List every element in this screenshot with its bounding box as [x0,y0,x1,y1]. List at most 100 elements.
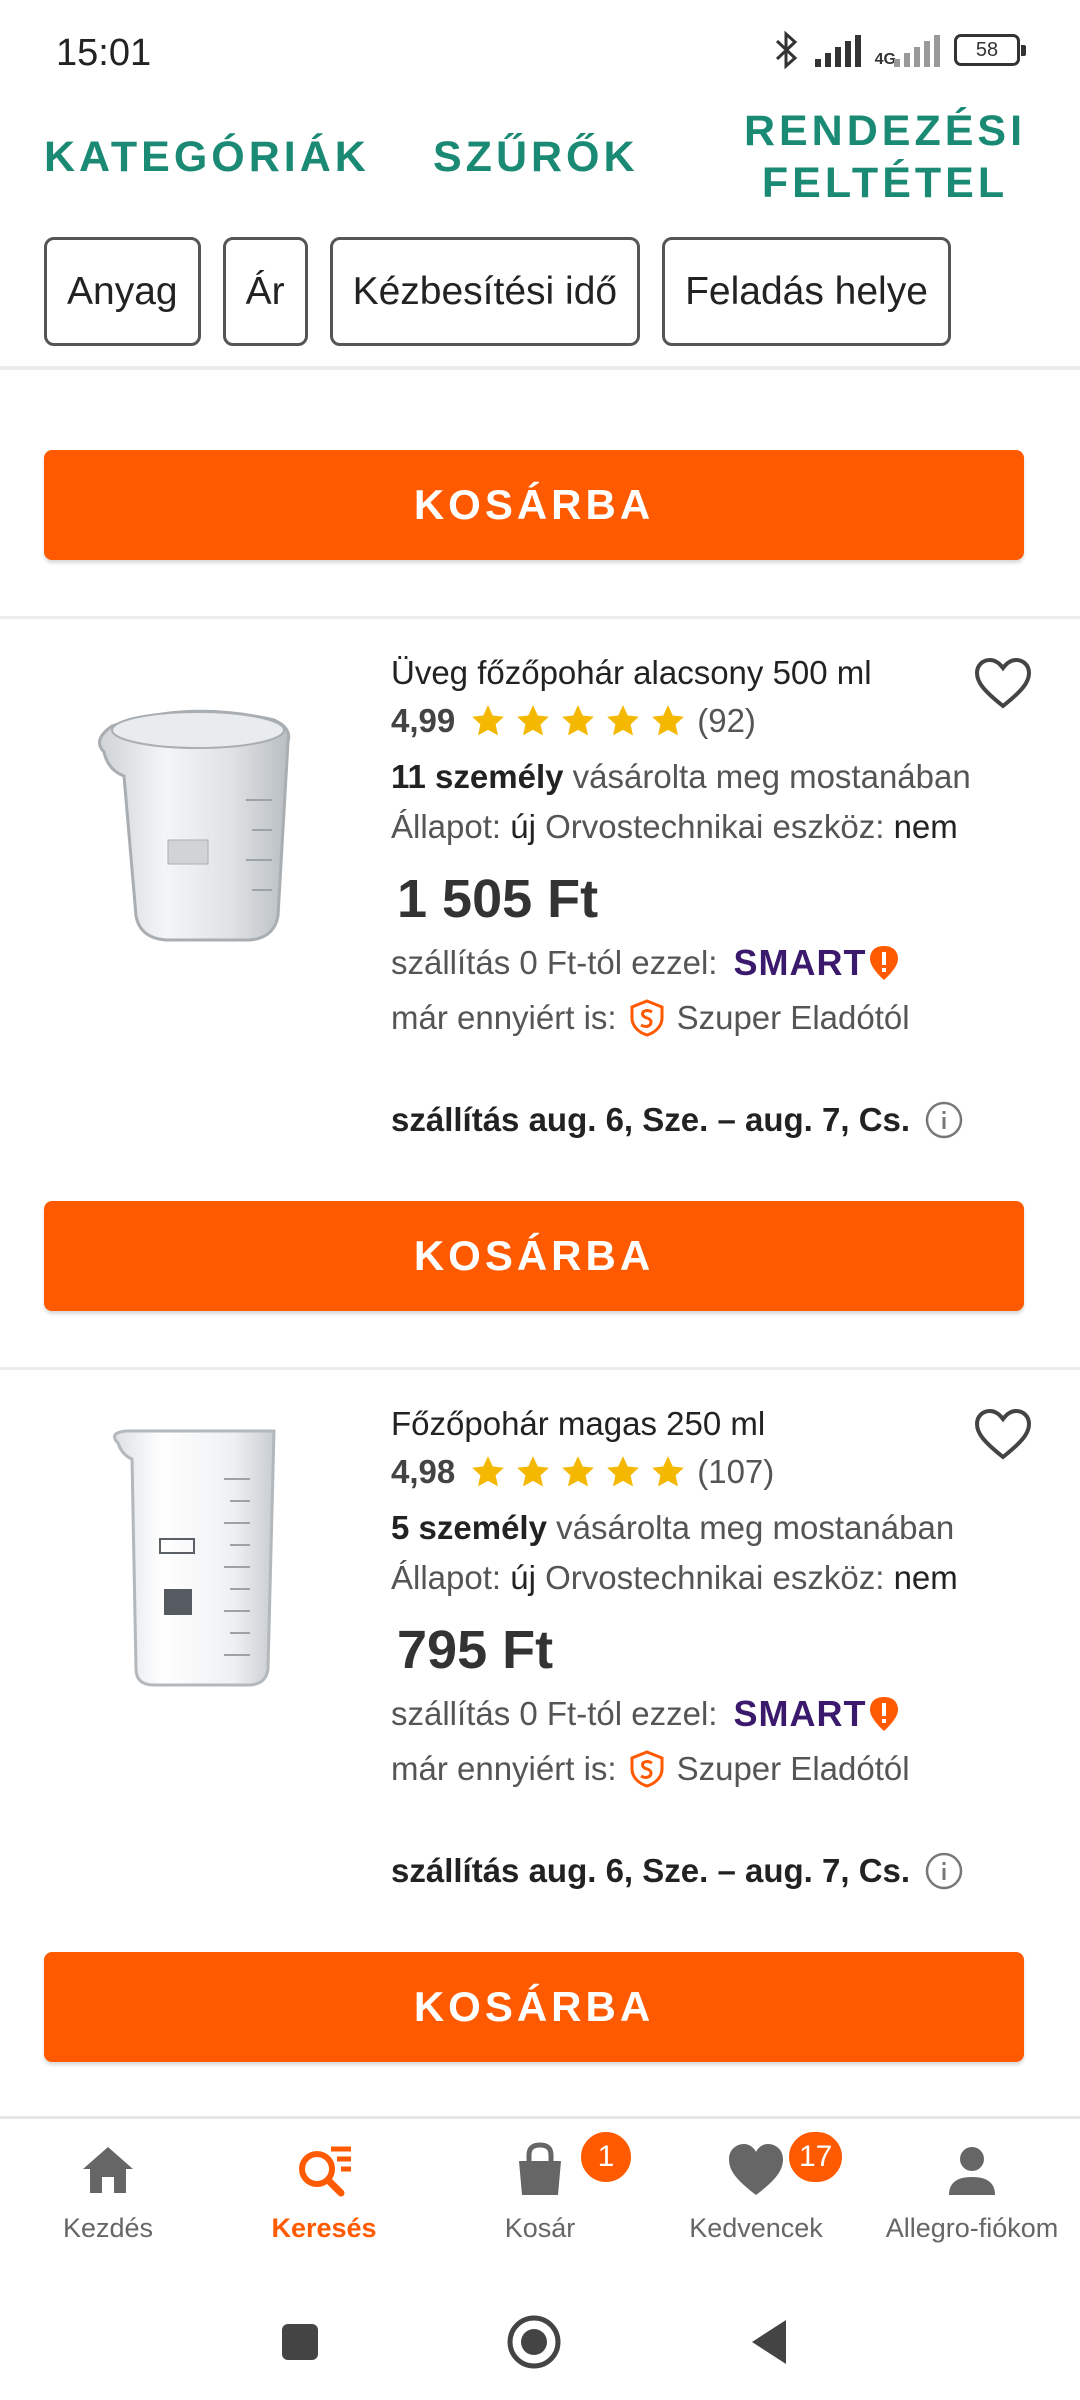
rating-row: 4,98 (107) [391,1453,774,1491]
star-icon [472,705,505,736]
nav-cart[interactable]: 1 Kosár [432,2129,648,2244]
condition-value: új [510,1559,536,1596]
nav-label: Keresés [271,2213,377,2243]
home-icon [83,2147,133,2193]
product-image-tall-beaker[interactable] [78,1419,318,1699]
condition-label: Állapot: [391,808,511,845]
seller-name: Szuper Eladótól [676,1750,910,1787]
medical-value: nem [893,1559,958,1596]
filter-chips: Anyag Ár Kézbesítési idő Feladás helye [44,237,951,346]
info-icon[interactable] [924,1851,964,1891]
home-button-icon[interactable] [504,2312,564,2372]
delivery-text: szállítás aug. 6, Sze. – aug. 7, Cs. [391,1852,911,1889]
system-navigation-bar [0,2276,1080,2400]
product-condition: Állapot: új Orvostechnikai eszköz: nem [391,808,958,846]
add-to-cart-button[interactable]: KOSÁRBA [44,1952,1024,2062]
categories-button[interactable]: KATEGÓRIÁK [44,131,370,183]
smart-logo: SMART [733,942,900,984]
product-card[interactable]: Főzőpohár magas 250 ml 4,98 (107) 5 szem… [0,1369,1080,1929]
seller-row: már ennyiért is: Szuper Eladótól [391,1749,910,1789]
buyers-count: 5 személy [391,1509,547,1546]
cart-icon [519,2142,561,2195]
product-price: 1 505 Ft [397,869,599,929]
star-icon [652,705,685,736]
filter-chip-delivery-time[interactable]: Kézbesítési idő [329,237,641,346]
product-image-low-beaker[interactable] [78,690,318,970]
product-title[interactable]: Üveg főzőpohár alacsony 500 ml [391,654,872,692]
seller-prefix: már ennyiért is: [391,1750,617,1787]
product-card[interactable]: Üveg főzőpohár alacsony 500 ml 4,99 (92)… [0,618,1080,1178]
filter-chip-ship-from[interactable]: Feladás helye [662,237,951,346]
cart-count-badge: 1 [578,2129,634,2185]
rating-value: 4,99 [391,702,456,739]
star-icon [517,705,550,736]
shipping-smart-row: szállítás 0 Ft-tól ezzel: SMART [391,942,900,984]
nav-account[interactable]: Allegro-fiókom [864,2139,1080,2244]
bottom-navigation: Kezdés Keresés 1 Kosár 17 Kedvencek Alle… [0,2116,1080,2276]
rating-value: 4,98 [391,1453,456,1490]
super-seller-icon [630,999,664,1037]
condition-value: új [510,808,536,845]
star-icon [652,1456,685,1487]
nav-label: Kezdés [62,2213,154,2243]
favorite-heart-icon[interactable] [973,656,1033,712]
filter-chip-price[interactable]: Ár [222,237,308,346]
signal-icon [814,33,861,67]
shipping-smart-row: szállítás 0 Ft-tól ezzel: SMART [391,1693,900,1735]
rating-stars [469,702,687,740]
condition-label: Állapot: [391,1559,511,1596]
star-icon [517,1456,550,1487]
recent-buyers: 11 személy vásárolta meg mostanában [391,758,971,796]
smart-text: SMART [733,1693,867,1734]
rating-count: (92) [697,702,756,739]
heart-icon [729,2144,783,2195]
account-icon [949,2147,995,2195]
nav-label: Allegro-fiókom [885,2213,1059,2243]
sort-label-line1: RENDEZÉSI [743,107,1027,155]
nav-favorites[interactable]: 17 Kedvencek [648,2129,864,2244]
battery-level: 58 [975,38,999,61]
bluetooth-icon [775,30,797,70]
add-to-cart-button[interactable]: KOSÁRBA [44,450,1024,560]
medical-label: Orvostechnikai eszköz: [535,808,894,845]
nav-home[interactable]: Kezdés [0,2139,216,2244]
nav-label: Kosár [504,2213,576,2243]
add-to-cart-button[interactable]: KOSÁRBA [44,1201,1024,1311]
recent-apps-icon[interactable] [270,2312,330,2372]
favorites-count-badge: 17 [786,2129,846,2185]
sort-label-line2: FELTÉTEL [761,159,1009,207]
nav-search[interactable]: Keresés [216,2139,432,2244]
star-icon [472,1456,505,1487]
listing-top-nav: KATEGÓRIÁK SZŰRŐK RENDEZÉSI FELTÉTEL [0,105,1080,215]
filter-chip-material[interactable]: Anyag [44,237,201,346]
product-title[interactable]: Főzőpohár magas 250 ml [391,1405,765,1443]
delivery-text: szállítás aug. 6, Sze. – aug. 7, Cs. [391,1101,911,1138]
info-icon[interactable] [924,1100,964,1140]
smart-logo: SMART [733,1693,900,1735]
star-icon [607,705,640,736]
status-time: 15:01 [56,32,152,74]
smart-badge-icon [870,946,899,980]
medical-label: Orvostechnikai eszköz: [535,1559,894,1596]
buyers-text: vásárolta meg mostanában [546,1509,955,1546]
product-price: 795 Ft [397,1620,554,1680]
favorite-heart-icon[interactable] [973,1407,1033,1463]
product-condition: Állapot: új Orvostechnikai eszköz: nem [391,1559,958,1597]
divider [0,366,1080,370]
signal-4g-icon: 4G [875,33,940,68]
rating-row: 4,99 (92) [391,702,756,740]
delivery-date: szállítás aug. 6, Sze. – aug. 7, Cs. [391,1100,964,1140]
sort-button[interactable]: RENDEZÉSI FELTÉTEL [740,105,1030,209]
delivery-date: szállítás aug. 6, Sze. – aug. 7, Cs. [391,1851,964,1891]
buyers-count: 11 személy [391,758,564,795]
rating-count: (107) [697,1453,775,1490]
smart-text: SMART [733,942,867,983]
shipping-from-text: szállítás 0 Ft-tól ezzel: [391,1695,718,1732]
filters-button[interactable]: SZŰRŐK [433,131,639,183]
smart-badge-icon [870,1697,899,1731]
shipping-from-text: szállítás 0 Ft-tól ezzel: [391,944,718,981]
star-icon [562,1456,595,1487]
buyers-text: vásárolta meg mostanában [563,758,971,795]
super-seller-icon [630,1750,664,1788]
back-icon[interactable] [740,2312,800,2372]
